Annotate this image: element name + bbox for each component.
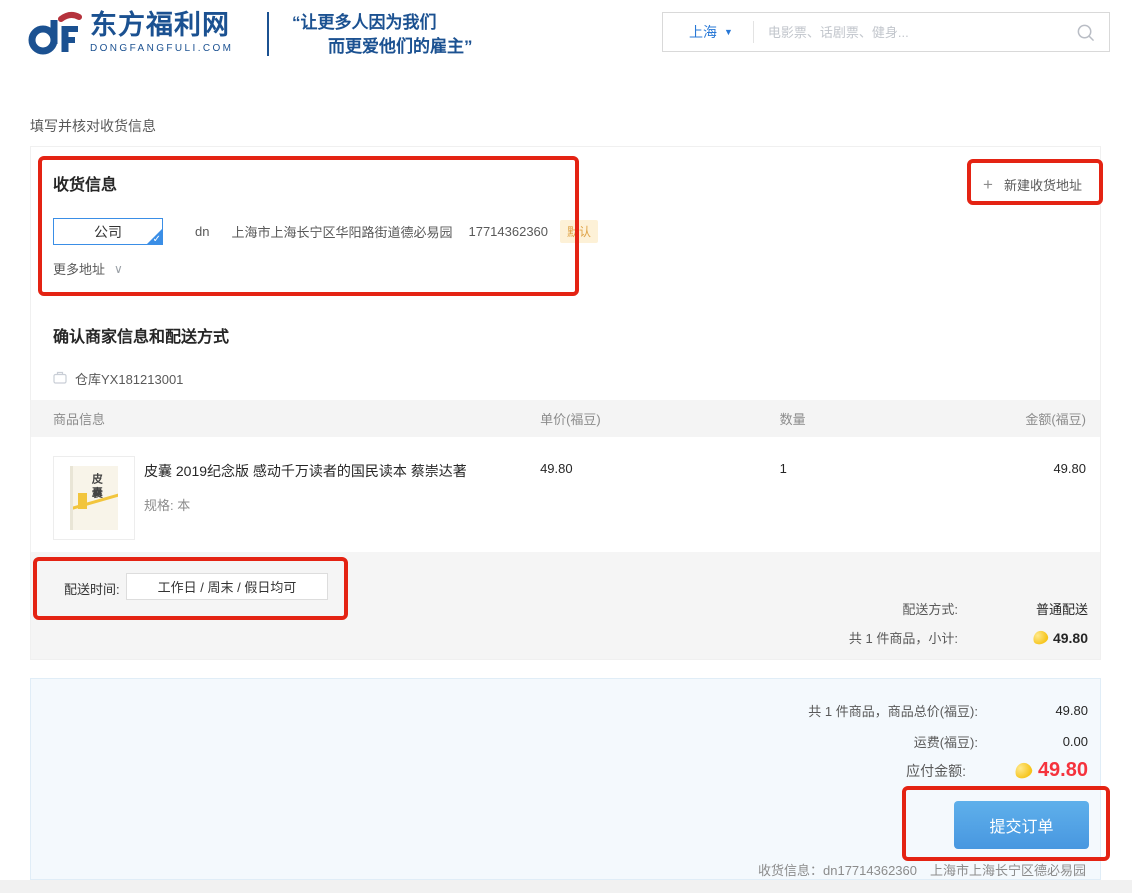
- default-badge: 默认: [560, 220, 598, 243]
- chevron-down-icon: ∨: [114, 263, 123, 275]
- product-title[interactable]: 皮囊 2019纪念版 感动千万读者的国民读本 蔡崇达著: [144, 461, 467, 481]
- logo-domain: DONGFANGFULI.COM: [90, 43, 233, 54]
- total-row: 共 1 件商品，商品总价(福豆): 49.80: [808, 701, 1088, 720]
- subtotal-label: 共 1 件商品，小计:: [849, 628, 958, 647]
- address-tag-label: 公司: [94, 222, 122, 242]
- store-icon: [53, 371, 67, 387]
- check-icon: ✓: [153, 235, 161, 245]
- subtotal-value: 49.80: [1053, 630, 1088, 646]
- shipping-fee-label: 运费(福豆):: [914, 732, 978, 751]
- city-selector[interactable]: 上海 ▼: [663, 22, 753, 42]
- book-cover: 皮囊: [70, 466, 118, 530]
- header-quantity: 数量: [780, 409, 1012, 428]
- header-divider: [267, 12, 269, 56]
- payable-value: 49.80: [1038, 759, 1088, 782]
- product-table-header: 商品信息 单价(福豆) 数量 金额(福豆): [31, 400, 1100, 437]
- payable-label: 应付金额:: [906, 761, 966, 781]
- city-name: 上海: [689, 22, 717, 42]
- caret-down-icon: ▼: [724, 28, 733, 37]
- slogan-line-2: 而更爱他们的雇主”: [292, 35, 473, 59]
- checkout-page: 东方福利网 DONGFANGFULI.COM “让更多人因为我们 而更爱他们的雇…: [0, 0, 1132, 893]
- more-address-label: 更多地址: [53, 259, 105, 278]
- address-tag-selected[interactable]: 公司 ✓: [53, 218, 163, 245]
- receiver-summary: 收货信息：dn17714362360 上海市上海长宁区德必易园: [758, 860, 1086, 879]
- table-row: 皮囊 皮囊 2019纪念版 感动千万读者的国民读本 蔡崇达著 规格: 本 49.…: [31, 449, 1100, 540]
- address-row: 公司 ✓ dn 上海市上海长宁区华阳路街道德必易园 17714362360 默认: [53, 218, 598, 245]
- shipping-fee-row: 运费(福豆): 0.00: [914, 732, 1088, 751]
- site-logo[interactable]: 东方福利网 DONGFANGFULI.COM: [28, 10, 233, 65]
- search-icon[interactable]: [1076, 23, 1095, 42]
- product-image[interactable]: 皮囊: [53, 456, 135, 540]
- warehouse-row: 仓库YX181213001: [53, 369, 183, 388]
- merchant-section-title: 确认商家信息和配送方式: [53, 323, 229, 347]
- total-label: 共 1 件商品，商品总价(福豆):: [808, 701, 978, 720]
- book-cover-title: 皮囊: [88, 473, 104, 501]
- product-cell: 皮囊 皮囊 2019纪念版 感动千万读者的国民读本 蔡崇达著 规格: 本: [53, 449, 540, 540]
- slogan-line-1: “让更多人因为我们: [292, 11, 473, 35]
- product-quantity: 1: [780, 449, 1012, 540]
- new-address-button[interactable]: + 新建收货地址: [983, 175, 1082, 194]
- header-unit-price: 单价(福豆): [540, 409, 780, 428]
- delivery-method-row: 配送方式: 普通配送: [902, 599, 1088, 618]
- subtotal-row: 共 1 件商品，小计: 49.80: [849, 628, 1088, 647]
- header-amount: 金额(福豆): [1011, 409, 1086, 428]
- delivery-time-value: 工作日 / 周末 / 假日均可: [158, 577, 297, 596]
- search-bar: 上海 ▼: [662, 12, 1110, 52]
- product-unit-price: 49.80: [540, 449, 780, 540]
- new-address-label: 新建收货地址: [1004, 175, 1082, 194]
- bean-icon: [1013, 761, 1033, 780]
- submit-order-button[interactable]: 提交订单: [954, 801, 1089, 849]
- delivery-method-label: 配送方式:: [902, 599, 958, 618]
- logo-name: 东方福利网: [90, 10, 233, 40]
- delivery-method-value: 普通配送: [958, 599, 1088, 618]
- plus-icon: +: [983, 176, 993, 193]
- product-spec: 规格: 本: [144, 495, 467, 514]
- receiver-address: 上海市上海长宁区华阳路街道德必易园: [231, 222, 452, 241]
- summary-card: 共 1 件商品，商品总价(福豆): 49.80 运费(福豆): 0.00 应付金…: [30, 678, 1101, 880]
- footer-strip: [0, 880, 1132, 893]
- delivery-time-select[interactable]: 工作日 / 周末 / 假日均可: [126, 573, 328, 600]
- bean-icon: [1032, 629, 1050, 645]
- shipping-fee-value: 0.00: [978, 734, 1088, 749]
- product-amount: 49.80: [1011, 449, 1086, 540]
- logo-qf-icon: [28, 10, 82, 65]
- header-product-info: 商品信息: [53, 409, 540, 428]
- delivery-time-label: 配送时间:: [64, 579, 120, 598]
- receiver-name: dn: [195, 224, 209, 239]
- payable-row: 应付金额: 49.80: [906, 759, 1088, 782]
- total-value: 49.80: [978, 703, 1088, 718]
- delivery-block: 配送时间: 工作日 / 周末 / 假日均可 配送方式: 普通配送 共 1 件商品…: [31, 552, 1100, 659]
- page-title: 填写并核对收货信息: [30, 116, 156, 136]
- book-sticker: [78, 493, 87, 509]
- warehouse-name: 仓库YX181213001: [75, 369, 183, 388]
- more-address-toggle[interactable]: 更多地址 ∨: [53, 259, 123, 278]
- search-input[interactable]: [754, 25, 1076, 40]
- receiver-phone: 17714362360: [468, 224, 548, 239]
- order-card: 收货信息 + 新建收货地址 公司 ✓ dn 上海市上海长宁区华阳路街道德必易园 …: [30, 146, 1101, 660]
- site-slogan: “让更多人因为我们 而更爱他们的雇主”: [292, 11, 473, 59]
- shipping-section-title: 收货信息: [53, 171, 117, 195]
